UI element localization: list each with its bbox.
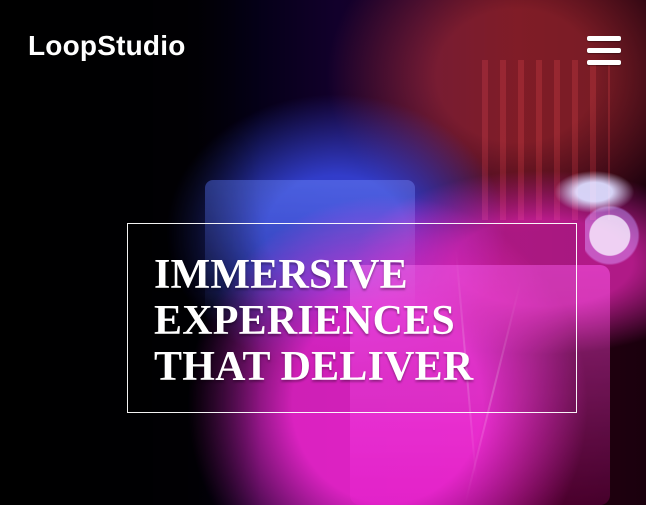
hero-headline: IMMERSIVE EXPERIENCES THAT DELIVER — [154, 252, 473, 390]
hero-section: LoopStudio IMMERSIVE EXPERIENCES THAT DE… — [0, 0, 646, 505]
hamburger-bar — [587, 48, 621, 53]
hero-headline-line: IMMERSIVE — [154, 252, 408, 298]
hero-headline-line: THAT DELIVER — [154, 344, 474, 390]
hero-headline-line: EXPERIENCES — [154, 298, 455, 344]
speaker-light — [585, 202, 646, 276]
brand-logo[interactable]: LoopStudio — [28, 30, 186, 62]
headline-box: IMMERSIVE EXPERIENCES THAT DELIVER — [127, 223, 577, 413]
hamburger-menu-icon — [587, 35, 621, 65]
hamburger-bar — [587, 36, 621, 41]
hamburger-bar — [587, 60, 621, 65]
menu-button[interactable] — [584, 30, 624, 70]
page-bottom-strip — [0, 505, 646, 511]
hero-background-stripes — [470, 60, 610, 220]
